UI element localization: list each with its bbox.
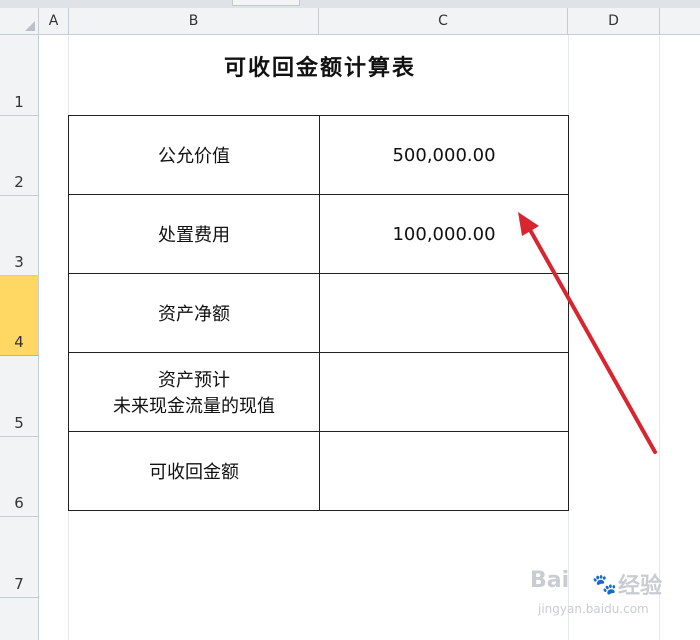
annotation-arrow-head-icon [518, 212, 539, 236]
watermark-site: jingyan.baidu.com [538, 602, 649, 616]
watermark-logo-text-right: 经验 [618, 574, 663, 599]
annotation-arrow-shaft [527, 226, 657, 454]
watermark-logo-text: Bai [530, 568, 570, 593]
annotation-arrow-layer [518, 212, 657, 454]
baidu-jingyan-watermark: Bai 🐾 经验 jingyan.baidu.com [530, 568, 680, 628]
paw-icon: 🐾 [592, 572, 617, 596]
